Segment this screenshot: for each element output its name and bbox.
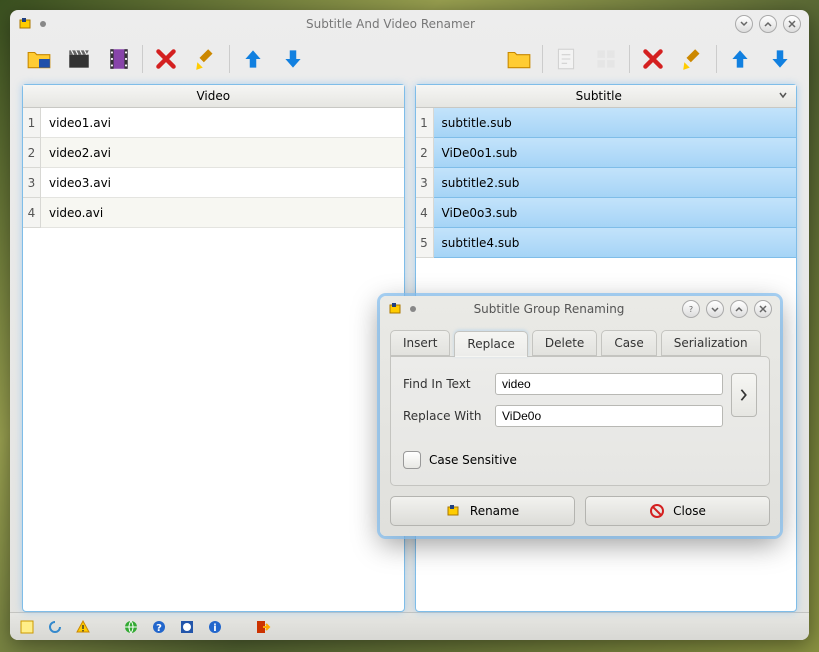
document-button[interactable] — [549, 42, 583, 76]
tab-serialization[interactable]: Serialization — [661, 330, 761, 356]
row-number: 2 — [23, 138, 41, 168]
tab-replace[interactable]: Replace — [454, 331, 527, 357]
tab-case[interactable]: Case — [601, 330, 656, 356]
about-icon[interactable] — [178, 618, 196, 636]
video-panel-header[interactable]: Video — [23, 85, 404, 108]
dialog-app-icon — [388, 301, 404, 317]
svg-text:i: i — [213, 623, 216, 634]
refresh-icon[interactable] — [46, 618, 64, 636]
table-row[interactable]: 5subtitle4.sub — [416, 228, 797, 258]
subtitle-filename: subtitle4.sub — [434, 228, 797, 258]
clapper-button[interactable] — [62, 42, 96, 76]
subtitle-filename: subtitle.sub — [434, 108, 797, 138]
case-sensitive-label: Case Sensitive — [429, 453, 517, 467]
dialog-tabs: Insert Replace Delete Case Serialization — [380, 322, 780, 356]
replace-tab-body: Find In Text Replace With Case Sensitive — [390, 356, 770, 486]
grid-button[interactable] — [589, 42, 623, 76]
note-icon[interactable] — [18, 618, 36, 636]
row-number: 1 — [23, 108, 41, 138]
rename-button-label: Rename — [470, 504, 519, 518]
tab-insert[interactable]: Insert — [390, 330, 450, 356]
toolbar — [10, 38, 809, 84]
tab-delete[interactable]: Delete — [532, 330, 597, 356]
film-strip-button[interactable] — [102, 42, 136, 76]
subtitle-filename: subtitle2.sub — [434, 168, 797, 198]
rename-dialog: Subtitle Group Renaming ? Insert Replace… — [380, 296, 780, 536]
subtitle-filename: ViDe0o3.sub — [434, 198, 797, 228]
video-filename: video2.avi — [41, 138, 404, 168]
table-row[interactable]: 4ViDe0o3.sub — [416, 198, 797, 228]
dialog-minimize-button[interactable] — [706, 300, 724, 318]
clean-subtitle-button[interactable] — [676, 42, 710, 76]
info-icon[interactable]: i — [206, 618, 224, 636]
table-row[interactable]: 2video2.avi — [23, 138, 404, 168]
row-number: 4 — [416, 198, 434, 228]
svg-text:?: ? — [156, 623, 162, 634]
move-up-subtitle-button[interactable] — [723, 42, 757, 76]
video-filename: video3.avi — [41, 168, 404, 198]
case-sensitive-checkbox[interactable] — [403, 451, 421, 469]
dialog-titlebar: Subtitle Group Renaming ? — [380, 296, 780, 322]
close-dialog-button[interactable]: Close — [585, 496, 770, 526]
statusbar: ? i — [10, 612, 809, 640]
svg-text:?: ? — [689, 305, 693, 314]
open-folder-subtitle-button[interactable] — [502, 42, 536, 76]
find-label: Find In Text — [403, 377, 487, 391]
clean-video-button[interactable] — [189, 42, 223, 76]
chevron-down-icon — [776, 89, 790, 103]
app-icon — [18, 16, 34, 32]
tiny-dot-icon — [410, 306, 416, 312]
replace-label: Replace With — [403, 409, 487, 423]
delete-video-button[interactable] — [149, 42, 183, 76]
swap-button[interactable] — [731, 373, 757, 417]
rename-button[interactable]: Rename — [390, 496, 575, 526]
main-titlebar: Subtitle And Video Renamer — [10, 10, 809, 38]
help-icon[interactable]: ? — [150, 618, 168, 636]
move-up-video-button[interactable] — [236, 42, 270, 76]
table-row[interactable]: 2ViDe0o1.sub — [416, 138, 797, 168]
dialog-title: Subtitle Group Renaming — [422, 302, 676, 316]
dialog-close-button[interactable] — [754, 300, 772, 318]
dialog-help-button[interactable]: ? — [682, 300, 700, 318]
exit-icon[interactable] — [254, 618, 272, 636]
video-list[interactable]: 1video1.avi2video2.avi3video3.avi4video.… — [23, 108, 404, 611]
maximize-button[interactable] — [759, 15, 777, 33]
move-down-video-button[interactable] — [276, 42, 310, 76]
video-header-label: Video — [29, 89, 398, 103]
row-number: 5 — [416, 228, 434, 258]
table-row[interactable]: 3subtitle2.sub — [416, 168, 797, 198]
dialog-maximize-button[interactable] — [730, 300, 748, 318]
open-folder-video-button[interactable] — [22, 42, 56, 76]
table-row[interactable]: 4video.avi — [23, 198, 404, 228]
close-button-label: Close — [673, 504, 706, 518]
row-number: 2 — [416, 138, 434, 168]
warning-icon[interactable] — [74, 618, 92, 636]
globe-icon[interactable] — [122, 618, 140, 636]
find-input[interactable] — [495, 373, 723, 395]
table-row[interactable]: 1video1.avi — [23, 108, 404, 138]
subtitle-filename: ViDe0o1.sub — [434, 138, 797, 168]
row-number: 3 — [23, 168, 41, 198]
main-title: Subtitle And Video Renamer — [52, 17, 729, 31]
row-number: 1 — [416, 108, 434, 138]
subtitle-panel-header[interactable]: Subtitle — [416, 85, 797, 108]
tiny-dot-icon — [40, 21, 46, 27]
video-panel: Video 1video1.avi2video2.avi3video3.avi4… — [22, 84, 405, 612]
row-number: 3 — [416, 168, 434, 198]
replace-input[interactable] — [495, 405, 723, 427]
minimize-button[interactable] — [735, 15, 753, 33]
video-filename: video.avi — [41, 198, 404, 228]
move-down-subtitle-button[interactable] — [763, 42, 797, 76]
video-filename: video1.avi — [41, 108, 404, 138]
close-button[interactable] — [783, 15, 801, 33]
table-row[interactable]: 1subtitle.sub — [416, 108, 797, 138]
subtitle-header-label: Subtitle — [422, 89, 777, 103]
row-number: 4 — [23, 198, 41, 228]
table-row[interactable]: 3video3.avi — [23, 168, 404, 198]
delete-subtitle-button[interactable] — [636, 42, 670, 76]
